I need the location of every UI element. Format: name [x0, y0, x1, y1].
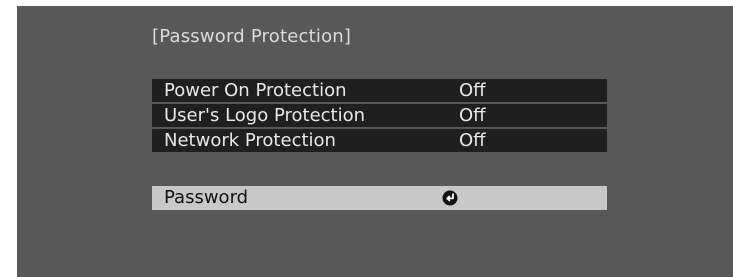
- settings-list: Power On Protection Off User's Logo Prot…: [152, 79, 607, 154]
- menu-item-value: Off: [459, 130, 486, 151]
- menu-item-value: Off: [459, 80, 486, 101]
- menu-item-label: Password: [164, 187, 249, 208]
- menu-title: [Password Protection]: [152, 26, 352, 47]
- menu-item-users-logo-protection[interactable]: User's Logo Protection Off: [152, 104, 607, 127]
- menu-item-label: User's Logo Protection: [164, 105, 366, 126]
- projector-menu-screen: [Password Protection] Power On Protectio…: [17, 6, 733, 277]
- menu-item-value: Off: [459, 105, 486, 126]
- menu-item-network-protection[interactable]: Network Protection Off: [152, 129, 607, 152]
- menu-item-label: Power On Protection: [164, 80, 347, 101]
- menu-item-label: Network Protection: [164, 130, 336, 151]
- menu-item-power-on-protection[interactable]: Power On Protection Off: [152, 79, 607, 102]
- enter-icon: [442, 190, 458, 206]
- menu-item-password[interactable]: Password: [152, 186, 607, 210]
